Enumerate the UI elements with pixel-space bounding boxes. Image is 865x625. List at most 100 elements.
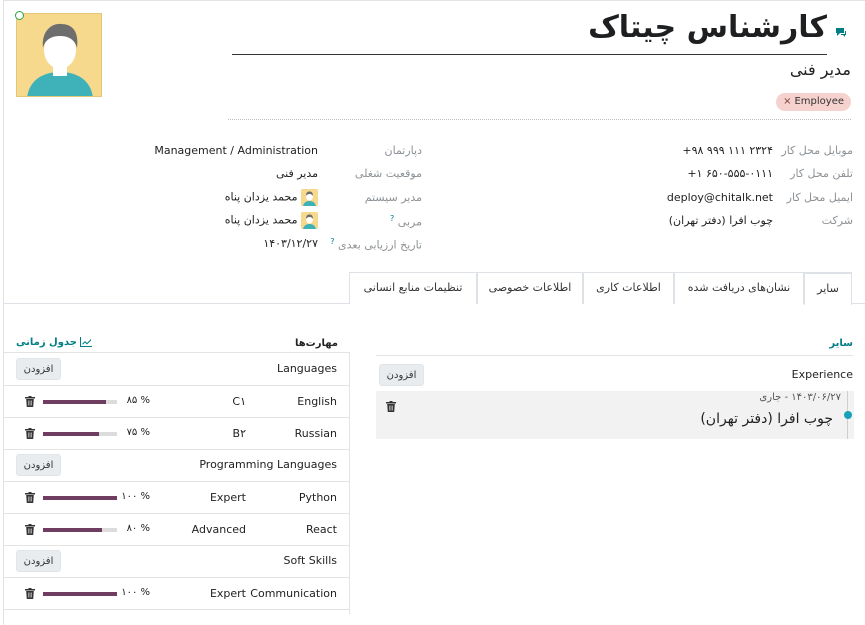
work-email-label: ایمیل محل کار <box>786 191 853 204</box>
work-mobile-value[interactable]: +۹۸ ۹۹۹ ۱۱۱ ۲۳۲۴ <box>643 144 773 157</box>
skill-row-divider <box>3 577 349 578</box>
skill-percent: ۷۵ % <box>126 427 150 438</box>
other-section-divider <box>376 355 853 356</box>
skill-progress-bar <box>43 528 117 532</box>
skill-level: C۱ <box>232 395 246 408</box>
trash-icon[interactable] <box>25 428 35 439</box>
work-phone-label: تلفن محل کار <box>790 167 853 180</box>
add-resume-button[interactable]: افزودن <box>379 364 424 386</box>
skill-row-divider <box>3 449 349 450</box>
trash-icon[interactable] <box>386 401 396 412</box>
skill-level: Expert <box>209 587 246 600</box>
skill-name: React <box>305 523 337 536</box>
skill-percent: ۱۰۰ % <box>121 491 150 502</box>
coach-avatar <box>301 212 318 229</box>
skill-progress-bar <box>43 432 117 436</box>
coach-label-text: مربی <box>397 215 422 229</box>
skill-level: Expert <box>209 491 246 504</box>
other-section-title: سایر <box>829 338 853 349</box>
employee-avatar[interactable] <box>16 13 102 97</box>
tab-received-badges[interactable]: نشان‌های دریافت شده <box>674 272 804 304</box>
skill-group-name: Languages <box>276 362 337 375</box>
timeline-dot-icon <box>844 411 852 419</box>
next-appraisal-label-text: تاریخ ارزیابی بعدی <box>338 238 422 252</box>
work-mobile-label: موبایل محل کار <box>781 144 853 157</box>
skill-level: Advanced <box>191 523 246 536</box>
trash-icon[interactable] <box>25 588 35 599</box>
manager-value[interactable]: محمد یزدان پناه <box>150 189 318 206</box>
skill-percent: ۱۰۰ % <box>121 587 150 598</box>
trash-icon[interactable] <box>25 396 35 407</box>
skill-name: English <box>297 395 337 408</box>
skill-progress-bar <box>43 400 117 404</box>
coach-label: مربی ? <box>322 214 422 229</box>
appraisal-help-icon[interactable]: ? <box>330 237 334 246</box>
skills-column-border <box>349 352 350 614</box>
skill-row-divider <box>3 481 349 482</box>
employee-name[interactable]: کارشناس چیتاک <box>588 10 827 45</box>
tab-other[interactable]: سایر <box>804 272 852 305</box>
tag-remove-icon[interactable]: × <box>783 96 791 107</box>
work-email-value[interactable]: deploy@chitalk.net <box>643 191 773 204</box>
chat-icon[interactable] <box>835 27 847 38</box>
skill-progress-bar <box>43 496 117 500</box>
skill-group-name: Programming Languages <box>199 458 337 471</box>
frame-top-border <box>3 0 865 1</box>
skill-row-divider <box>3 609 349 610</box>
skills-timeline-link[interactable]: جدول زمانی <box>16 337 93 348</box>
department-value[interactable]: Management / Administration <box>150 144 318 157</box>
tag-label: Employee <box>794 96 844 107</box>
timeline-label: جدول زمانی <box>16 337 77 348</box>
skill-row-divider <box>3 545 349 546</box>
coach-name: محمد یزدان پناه <box>224 213 298 227</box>
skill-progress-bar <box>43 592 117 596</box>
trash-icon[interactable] <box>25 492 35 503</box>
skill-percent: ۸۰ % <box>126 523 150 534</box>
manager-label: مدیر سیستم <box>364 191 422 204</box>
chart-icon <box>80 337 93 347</box>
add-skill-button[interactable]: افزودن <box>16 550 61 572</box>
department-label: دپارتمان <box>384 144 422 157</box>
company-label: شرکت <box>821 214 853 227</box>
job-position-label: موقعیت شغلی <box>354 167 422 180</box>
skill-name: Communication <box>250 587 337 600</box>
presence-status-icon <box>15 11 24 20</box>
manager-name: محمد یزدان پناه <box>224 190 298 204</box>
manager-avatar <box>301 189 318 206</box>
next-appraisal-label: تاریخ ارزیابی بعدی ? <box>322 237 422 252</box>
skills-title: مهارت‌ها <box>294 338 338 349</box>
skill-group-name: Soft Skills <box>283 554 337 567</box>
frame-left-border <box>3 0 4 625</box>
tab-private-info[interactable]: اطلاعات خصوصی <box>477 272 583 304</box>
skills-divider <box>3 352 349 353</box>
job-position-value[interactable]: مدیر فنی <box>150 167 318 180</box>
resume-entry-date: ۱۴۰۳/۰۶/۲۷ - جاری <box>759 392 841 403</box>
skill-progress-fill <box>43 592 117 596</box>
skill-percent: ۸۵ % <box>126 395 150 406</box>
company-value[interactable]: چوب افرا (دفتر تهران) <box>643 214 773 227</box>
work-phone-value[interactable]: +۱ ۶۵۰-۵۵۵-۰۱۱۱ <box>643 167 773 180</box>
skill-progress-fill <box>43 432 99 436</box>
tab-work-info[interactable]: اطلاعات کاری <box>583 272 674 304</box>
next-appraisal-value[interactable]: ۱۴۰۳/۱۲/۲۷ <box>150 237 318 250</box>
skill-row-divider <box>3 385 349 386</box>
trash-icon[interactable] <box>25 524 35 535</box>
tab-hr-settings[interactable]: تنظیمات منابع انسانی <box>349 272 477 304</box>
skill-level: B۲ <box>232 427 246 440</box>
coach-help-icon[interactable]: ? <box>390 214 394 223</box>
skill-progress-fill <box>43 400 106 404</box>
tags-divider <box>228 119 851 120</box>
skill-row-divider <box>3 417 349 418</box>
name-underline <box>232 54 827 55</box>
skill-progress-fill <box>43 496 117 500</box>
add-skill-button[interactable]: افزودن <box>16 358 61 380</box>
skill-progress-fill <box>43 528 103 532</box>
skill-name: Python <box>298 491 337 504</box>
add-skill-button[interactable]: افزودن <box>16 454 61 476</box>
resume-entry-title: چوب افرا (دفتر تهران) <box>700 411 833 427</box>
employee-tag[interactable]: × Employee <box>776 93 851 111</box>
coach-value[interactable]: محمد یزدان پناه <box>150 212 318 229</box>
resume-group-experience: Experience <box>791 368 853 381</box>
job-title[interactable]: مدیر فنی <box>790 60 851 79</box>
skill-row-divider <box>3 513 349 514</box>
